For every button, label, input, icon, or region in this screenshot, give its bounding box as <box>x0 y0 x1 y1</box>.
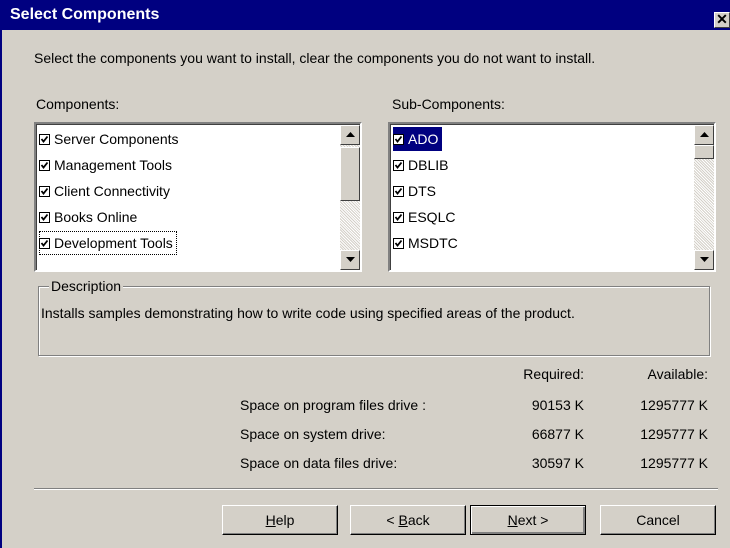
close-button[interactable]: ✕ <box>714 12 730 28</box>
help-accel: H <box>265 512 276 528</box>
list-item-label: ADO <box>408 131 439 147</box>
space-row-label: Space on system drive: <box>240 426 386 442</box>
next-label: ext > <box>517 512 549 528</box>
checkbox-icon[interactable] <box>393 133 404 145</box>
cancel-button[interactable]: Cancel <box>600 505 716 535</box>
list-item[interactable]: ADO <box>393 127 443 151</box>
description-legend: Description <box>49 278 124 294</box>
space-row-required: 90153 K <box>531 397 584 413</box>
checkbox-icon[interactable] <box>393 185 404 197</box>
checkbox-icon[interactable] <box>39 133 50 145</box>
list-item[interactable]: DTS <box>393 179 440 203</box>
list-item-label: Management Tools <box>54 157 173 173</box>
space-row-required: 66877 K <box>531 426 584 442</box>
space-row-required: 30597 K <box>531 455 584 471</box>
list-item[interactable]: MSDTC <box>393 231 462 255</box>
list-item[interactable]: Client Connectivity <box>39 179 174 203</box>
checkbox-icon[interactable] <box>39 211 50 223</box>
next-button[interactable]: Next > <box>470 505 586 535</box>
help-label: elp <box>275 512 295 528</box>
back-label: ack <box>407 512 430 528</box>
instruction-text: Select the components you want to instal… <box>34 50 596 66</box>
space-row-available: 1295777 K <box>640 397 708 413</box>
back-accel: B <box>398 512 408 528</box>
space-row-available: 1295777 K <box>640 455 708 471</box>
space-row-label: Space on program files drive : <box>240 397 426 413</box>
scroll-up-button[interactable] <box>694 125 714 145</box>
checkbox-icon[interactable] <box>39 237 50 249</box>
back-button[interactable]: < Back <box>350 505 466 535</box>
list-item-label: Server Components <box>54 131 179 147</box>
list-item-label: ESQLC <box>408 209 456 225</box>
checkbox-icon[interactable] <box>393 159 404 171</box>
list-item-label: Client Connectivity <box>54 183 170 199</box>
back-prefix: < <box>386 512 399 528</box>
space-row-available: 1295777 K <box>640 426 708 442</box>
components-scrollbar[interactable] <box>340 125 360 270</box>
checkbox-icon[interactable] <box>393 237 404 249</box>
components-label: Components: <box>36 96 120 112</box>
list-item[interactable]: Development Tools <box>39 231 177 255</box>
space-row-label: Space on data files drive: <box>240 455 398 471</box>
arrow-down-icon <box>700 257 709 262</box>
scroll-thumb[interactable] <box>694 145 714 159</box>
checkbox-icon[interactable] <box>39 185 50 197</box>
checkbox-icon[interactable] <box>393 211 404 223</box>
list-item[interactable]: Server Components <box>39 127 183 151</box>
scroll-down-button[interactable] <box>694 250 714 270</box>
description-group: Description Installs samples demonstrati… <box>38 278 710 356</box>
arrow-up-icon <box>346 132 355 137</box>
scroll-up-button[interactable] <box>340 125 360 145</box>
subcomponents-scrollbar[interactable] <box>694 125 714 270</box>
arrow-up-icon <box>700 132 709 137</box>
list-item[interactable]: Management Tools <box>39 153 176 177</box>
list-item-label: MSDTC <box>408 235 458 251</box>
list-item-label: DBLIB <box>408 157 449 173</box>
list-item[interactable]: DBLIB <box>393 153 452 177</box>
available-header: Available: <box>647 366 708 382</box>
close-icon: ✕ <box>716 12 728 27</box>
next-accel: N <box>507 512 518 528</box>
components-list[interactable]: Server Components Management Tools Client … <box>34 122 362 272</box>
checkbox-icon[interactable] <box>39 159 50 171</box>
subcomponents-label: Sub-Components: <box>392 96 505 112</box>
help-button[interactable]: Help <box>222 505 338 535</box>
list-item-label: DTS <box>408 183 436 199</box>
select-components-dialog: Select Components ✕ Select the component… <box>0 0 730 548</box>
scroll-down-button[interactable] <box>340 250 360 270</box>
list-item-label: Books Online <box>54 209 138 225</box>
list-item[interactable]: ESQLC <box>393 205 459 229</box>
arrow-down-icon <box>346 257 355 262</box>
description-text: Installs samples demonstrating how to wr… <box>41 305 575 321</box>
window-title: Select Components <box>10 6 160 23</box>
scroll-thumb[interactable] <box>340 147 360 201</box>
list-item[interactable]: Books Online <box>39 205 141 229</box>
separator <box>34 488 718 490</box>
list-item-label: Development Tools <box>54 235 173 251</box>
required-header: Required: <box>523 366 584 382</box>
subcomponents-list[interactable]: ADO DBLIB DTS ESQLC MSDTC <box>388 122 716 272</box>
title-bar: Select Components ✕ <box>2 0 730 30</box>
